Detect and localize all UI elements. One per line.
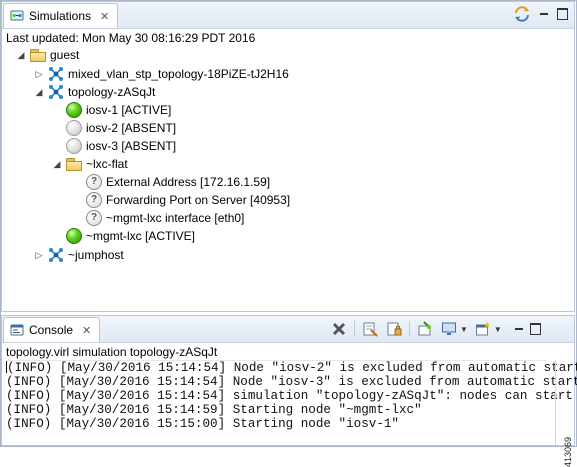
tree-item-label: ~jumphost xyxy=(68,248,124,262)
tree-item-label: External Address [172.16.1.59] xyxy=(106,175,271,189)
console-view: Console ✕ ▼ ▼ topology.virl simulation t… xyxy=(1,315,577,446)
folder-open-icon xyxy=(30,49,46,62)
tree-item-jumphost[interactable]: ▷ ~jumphost xyxy=(34,246,124,264)
tab-simulations-label: Simulations xyxy=(29,9,92,23)
close-icon[interactable]: ✕ xyxy=(82,324,91,337)
collapsed-arrow-icon[interactable]: ▷ xyxy=(34,69,44,80)
console-tab-icon xyxy=(10,324,24,336)
expanded-arrow-icon[interactable]: ◢ xyxy=(16,50,26,61)
sync-icon[interactable] xyxy=(513,6,531,22)
topology-icon xyxy=(49,85,63,99)
question-icon: ? xyxy=(86,192,102,208)
simulations-view-toolbar xyxy=(513,6,568,22)
console-line-text: (INFO) [May/30/2016 15:14:54] Node "iosv… xyxy=(7,361,577,375)
question-icon: ? xyxy=(86,210,102,226)
console-output[interactable]: (INFO) [May/30/2016 15:14:54] Node "iosv… xyxy=(6,360,577,445)
tree-item-label: ~mgmt-lxc [ACTIVE] xyxy=(86,229,196,243)
simulations-view: Simulations ✕ Last updated: Mon May 30 0… xyxy=(1,1,575,312)
node-active-icon xyxy=(66,102,82,118)
collapsed-arrow-icon[interactable]: ▷ xyxy=(34,250,44,261)
node-absent-icon xyxy=(66,120,82,136)
tree-item-topology[interactable]: ▷ mixed_vlan_stp_topology-18PiZE-tJ2H16 xyxy=(34,65,289,83)
folder-open-icon xyxy=(66,158,82,171)
tree-item-property[interactable]: ? Forwarding Port on Server [40953] xyxy=(86,191,290,209)
console-line: (INFO) [May/30/2016 15:14:59] Starting n… xyxy=(6,403,422,417)
minimize-button[interactable] xyxy=(539,9,549,19)
tree-item-guest[interactable]: ◢ guest xyxy=(16,46,79,64)
console-tabbar: Console ✕ ▼ ▼ xyxy=(2,316,574,343)
tree-item-label: iosv-3 [ABSENT] xyxy=(86,139,177,153)
tree-item-node[interactable]: ~mgmt-lxc [ACTIVE] xyxy=(66,227,195,245)
open-console-button[interactable] xyxy=(474,320,492,338)
console-line: (INFO) [May/30/2016 15:15:00] Starting n… xyxy=(6,417,399,431)
new-console-icon xyxy=(475,322,490,336)
pin-icon xyxy=(418,321,431,336)
tree-item-topology[interactable]: ◢ topology-zASqJt xyxy=(34,83,155,101)
node-absent-icon xyxy=(66,138,82,154)
figure-id: 413069 xyxy=(563,437,573,467)
node-active-icon xyxy=(66,228,82,244)
console-line: (INFO) [May/30/2016 15:14:54] Node "iosv… xyxy=(6,361,577,375)
minimize-button[interactable] xyxy=(514,324,524,334)
tree-item-label: guest xyxy=(50,48,80,62)
chevron-down-icon[interactable]: ▼ xyxy=(460,325,468,334)
tree-item-label: ~lxc-flat xyxy=(86,157,128,171)
tree-item-label: Forwarding Port on Server [40953] xyxy=(106,193,291,207)
last-updated-label: Last updated: Mon May 30 08:16:29 PDT 20… xyxy=(6,31,256,45)
console-title: topology.virl simulation topology-zASqJt xyxy=(6,345,218,359)
monitor-icon xyxy=(442,322,456,335)
console-line: (INFO) [May/30/2016 15:14:54] simulation… xyxy=(6,389,573,403)
toolbar-divider xyxy=(354,321,355,337)
question-icon: ? xyxy=(86,174,102,190)
expanded-arrow-icon[interactable]: ◢ xyxy=(34,87,44,98)
toolbar-divider xyxy=(409,321,410,337)
simulation-tab-icon xyxy=(10,10,24,21)
terminate-button[interactable] xyxy=(330,320,348,338)
tree-item-node[interactable]: iosv-2 [ABSENT] xyxy=(66,119,176,137)
topology-icon xyxy=(49,248,63,262)
console-toolbar: ▼ ▼ xyxy=(330,320,541,338)
pin-console-button[interactable] xyxy=(416,320,434,338)
maximize-button[interactable] xyxy=(557,8,568,20)
maximize-button[interactable] xyxy=(529,323,541,335)
terminate-icon xyxy=(332,322,346,336)
console-scrollbar[interactable] xyxy=(555,360,556,445)
tree-item-node[interactable]: iosv-1 [ACTIVE] xyxy=(66,101,171,119)
tab-console[interactable]: Console ✕ xyxy=(3,317,101,342)
console-line: (INFO) [May/30/2016 15:14:54] Node "iosv… xyxy=(6,375,577,389)
display-selected-console-button[interactable] xyxy=(440,320,458,338)
tree-item-label: topology-zASqJt xyxy=(68,85,156,99)
tree-item-property[interactable]: ? ~mgmt-lxc interface [eth0] xyxy=(86,209,244,227)
tree-item-label: iosv-2 [ABSENT] xyxy=(86,121,177,135)
expanded-arrow-icon[interactable]: ◢ xyxy=(52,159,62,170)
clear-console-button[interactable] xyxy=(361,320,379,338)
tab-simulations[interactable]: Simulations ✕ xyxy=(3,3,119,28)
tree-item-node[interactable]: iosv-3 [ABSENT] xyxy=(66,137,176,155)
topology-icon xyxy=(49,67,63,81)
tree-item-lxc-flat[interactable]: ◢ ~lxc-flat xyxy=(52,155,128,173)
tree-item-label: mixed_vlan_stp_topology-18PiZE-tJ2H16 xyxy=(68,67,289,81)
tree-item-label: iosv-1 [ACTIVE] xyxy=(86,103,172,117)
clear-console-icon xyxy=(363,322,378,337)
scroll-lock-button[interactable] xyxy=(385,320,403,338)
close-icon[interactable]: ✕ xyxy=(100,10,109,23)
scroll-lock-icon xyxy=(387,322,402,336)
tree-item-label: ~mgmt-lxc interface [eth0] xyxy=(106,211,245,225)
tree-item-property[interactable]: ? External Address [172.16.1.59] xyxy=(86,173,270,191)
chevron-down-icon[interactable]: ▼ xyxy=(494,325,502,334)
simulations-tabbar: Simulations ✕ xyxy=(2,2,574,29)
tab-console-label: Console xyxy=(29,323,74,337)
